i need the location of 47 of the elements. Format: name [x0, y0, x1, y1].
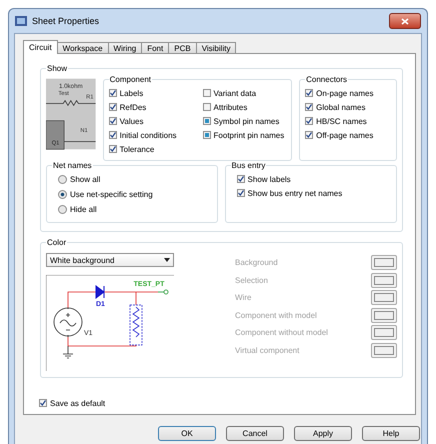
group-title: Component [108, 75, 152, 84]
checkbox[interactable]: Show bus entry net names [236, 186, 391, 200]
checkbox[interactable]: Footprint pin names [202, 128, 284, 142]
checkbox[interactable]: Initial conditions [108, 128, 177, 142]
checkbox[interactable]: Off-page names [305, 128, 392, 142]
window-title: Sheet Properties [32, 16, 100, 26]
checkbox[interactable]: Variant data [202, 86, 284, 100]
checkbox[interactable]: Global names [305, 100, 392, 114]
color-scheme-dropdown[interactable]: White background [46, 253, 174, 267]
radio-option[interactable]: Show all [58, 172, 212, 187]
checkbox[interactable]: Show labels [236, 172, 391, 186]
dialog-button[interactable]: Cancel [226, 426, 284, 441]
color-label: Virtual component [235, 346, 300, 355]
checkbox[interactable]: Labels [108, 86, 177, 100]
checkbox[interactable]: Symbol pin names [202, 114, 284, 128]
caret-icon [164, 258, 170, 262]
tab[interactable]: Workspace [56, 42, 109, 54]
color-label: Selection [235, 276, 268, 285]
tab[interactable]: Circuit [23, 40, 58, 54]
tab[interactable]: Font [141, 42, 170, 54]
dialog-button[interactable]: OK [158, 426, 216, 441]
radio-option[interactable]: Use net-specific setting [58, 187, 212, 202]
group-title: Show [46, 64, 68, 73]
close-icon [401, 18, 409, 24]
checkbox[interactable]: HB/SC names [305, 114, 392, 128]
color-label: Component with model [235, 310, 317, 320]
group-title: Color [46, 238, 68, 247]
group-title: Net names [52, 161, 93, 170]
group-title: Bus entry [230, 161, 266, 170]
dialog-button[interactable]: Apply [294, 426, 352, 441]
dialog-button[interactable]: Help [362, 426, 420, 441]
checkbox[interactable]: Attributes [202, 100, 284, 114]
tab[interactable]: Wiring [108, 42, 142, 54]
radio-option[interactable]: Hide all [58, 202, 212, 217]
color-label: Component without model [235, 328, 328, 338]
close-button[interactable] [389, 13, 421, 29]
color-label: Background [235, 258, 278, 268]
tab[interactable]: PCB [168, 42, 197, 54]
checkbox[interactable]: RefDes [108, 100, 177, 114]
checkbox[interactable]: Values [108, 114, 177, 128]
checkbox[interactable]: Tolerance [108, 142, 177, 156]
checkbox[interactable]: On-page names [305, 86, 392, 100]
color-label: Wire [235, 293, 252, 302]
checkbox[interactable]: Save as default [39, 396, 403, 410]
group-title: Connectors [305, 75, 348, 84]
tab[interactable]: Visibility [196, 42, 236, 54]
app-icon [15, 16, 27, 26]
